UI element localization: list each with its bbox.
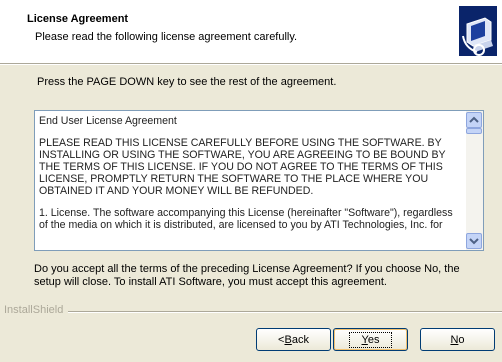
license-content: End User License Agreement PLEASE READ T…: [39, 115, 463, 241]
chevron-up-icon: [469, 116, 479, 123]
scroll-thumb[interactable]: [466, 128, 482, 134]
license-scrollbar[interactable]: [466, 111, 483, 250]
license-heading: End User License Agreement: [39, 115, 177, 127]
header-panel: License Agreement Please read the follow…: [0, 0, 502, 63]
focus-ring: Yes: [348, 331, 393, 348]
scroll-up-button[interactable]: [466, 112, 482, 128]
license-paragraph-1: PLEASE READ THIS LICENSE CAREFULLY BEFOR…: [39, 137, 446, 197]
license-paragraph-2: 1. License. The software accompanying th…: [39, 207, 453, 231]
computer-setup-icon: [459, 6, 497, 56]
footer-divider: [68, 311, 502, 313]
yes-button[interactable]: Yes: [333, 328, 408, 351]
page-subtitle: Please read the following license agreem…: [35, 31, 298, 43]
instruction-text: Press the PAGE DOWN key to see the rest …: [37, 76, 337, 88]
no-button[interactable]: No: [420, 328, 495, 351]
page-title: License Agreement: [27, 13, 129, 25]
scroll-down-button[interactable]: [466, 233, 482, 249]
header-divider: [0, 63, 502, 65]
accept-question: Do you accept all the terms of the prece…: [34, 263, 460, 288]
installshield-brand: InstallShield: [4, 304, 64, 316]
chevron-down-icon: [469, 238, 479, 245]
license-textbox[interactable]: End User License Agreement PLEASE READ T…: [34, 110, 484, 251]
back-button[interactable]: < Back: [256, 328, 331, 351]
